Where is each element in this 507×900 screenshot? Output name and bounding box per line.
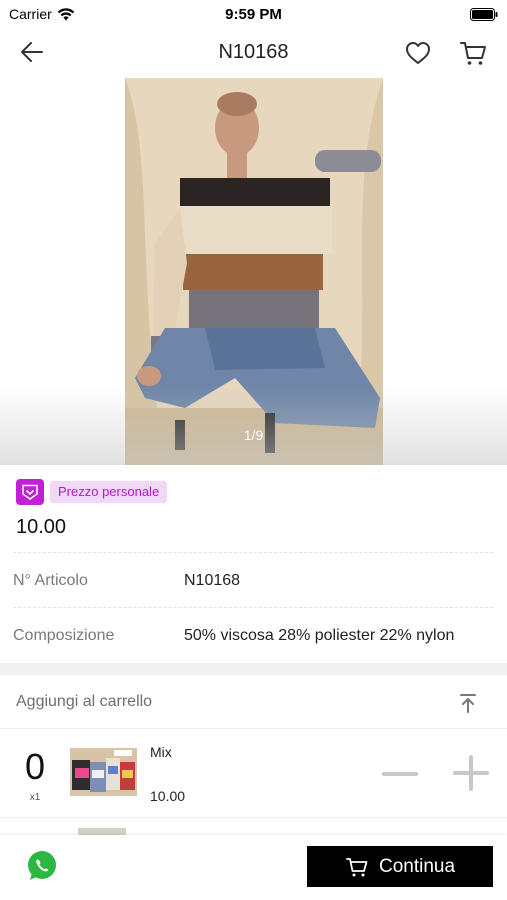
divider bbox=[13, 607, 493, 608]
add-to-cart-title: Aggiungi al carrello bbox=[16, 693, 153, 710]
clock: 9:59 PM bbox=[225, 6, 282, 23]
bottom-action-bar: Continua bbox=[0, 835, 507, 900]
minus-icon[interactable] bbox=[382, 760, 418, 788]
badge-label: Prezzo personale bbox=[50, 481, 168, 503]
detail-value: 50% viscosa 28% poliester 22% nylon bbox=[184, 627, 455, 644]
item-price: 10.00 bbox=[150, 788, 186, 804]
plus-icon[interactable] bbox=[452, 754, 490, 792]
detail-label: N° Articolo bbox=[13, 572, 88, 589]
continue-button[interactable]: Continua bbox=[307, 846, 493, 887]
gallery-fade bbox=[0, 385, 507, 465]
divider bbox=[13, 552, 493, 553]
personal-price-badge: Prezzo personale bbox=[16, 479, 168, 505]
status-bar: Carrier 9:59 PM bbox=[0, 0, 507, 28]
detail-value: N10168 bbox=[184, 572, 241, 589]
product-page: Carrier 9:59 PM N10168 1/9 Prezzo person… bbox=[0, 0, 507, 900]
product-price: 10.00 bbox=[16, 516, 67, 538]
add-to-cart-header: Aggiungi al carrello bbox=[0, 675, 507, 729]
item-multiplier: x1 bbox=[29, 792, 41, 803]
item-name: Mix bbox=[150, 744, 172, 760]
cart-icon[interactable] bbox=[458, 38, 488, 68]
detail-label: Composizione bbox=[13, 627, 115, 644]
cart-icon bbox=[346, 857, 368, 876]
continue-label: Continua bbox=[378, 855, 456, 877]
heart-icon[interactable] bbox=[404, 39, 432, 67]
section-gap bbox=[0, 663, 507, 675]
product-gallery[interactable]: 1/9 bbox=[0, 78, 507, 465]
diamond-icon bbox=[16, 479, 44, 505]
whatsapp-icon[interactable] bbox=[26, 850, 58, 882]
gallery-counter: 1/9 bbox=[243, 427, 264, 443]
item-thumbnail bbox=[70, 748, 137, 796]
navigation-bar: N10168 bbox=[0, 28, 507, 76]
battery-icon bbox=[470, 8, 498, 21]
item-quantity: 0 bbox=[24, 746, 46, 787]
cart-item-row: 0 x1 Mix 10.00 bbox=[0, 730, 507, 818]
collapse-top-icon[interactable] bbox=[456, 691, 480, 715]
